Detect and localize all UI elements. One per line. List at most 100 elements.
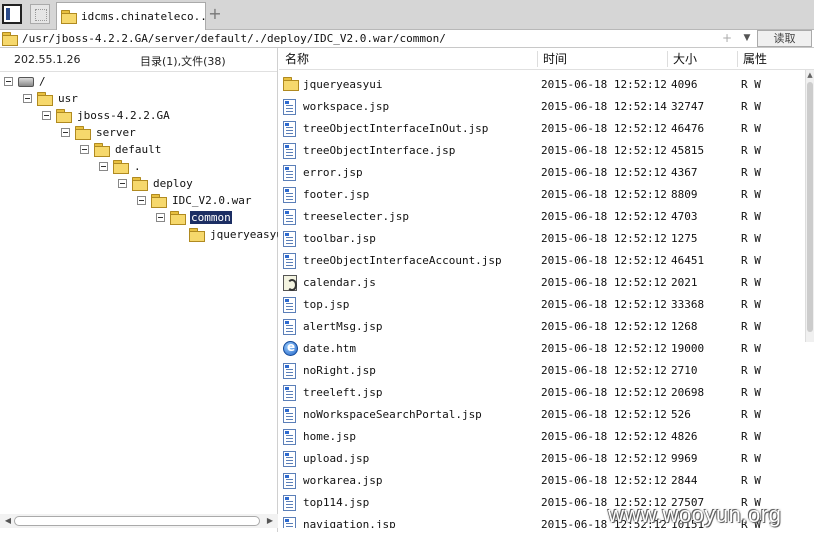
tree-node[interactable]: jqueryeasyui: [175, 226, 278, 243]
collapse-toggle-icon[interactable]: [4, 77, 13, 86]
file-name: navigation.jsp: [303, 518, 396, 528]
folder-icon: [283, 77, 299, 91]
column-divider[interactable]: [537, 51, 538, 67]
read-button[interactable]: 读取: [757, 30, 812, 47]
file-row[interactable]: noWorkspaceSearchPortal.jsp 2015-06-18 12…: [279, 404, 805, 426]
column-divider[interactable]: [667, 51, 668, 67]
column-header: 名称 时间 大小 属性: [279, 48, 814, 70]
collapse-toggle-icon[interactable]: [61, 128, 70, 137]
tree-node[interactable]: jboss-4.2.2.GA: [42, 107, 171, 124]
file-row[interactable]: treeleft.jsp 2015-06-18 12:52:12 20698 R W: [279, 382, 805, 404]
file-row[interactable]: calendar.js 2015-06-18 12:52:12 2021 R W: [279, 272, 805, 294]
horizontal-scrollbar[interactable]: ◀ ▶: [0, 514, 278, 528]
file-row[interactable]: treeObjectInterfaceInOut.jsp 2015-06-18 1…: [279, 118, 805, 140]
file-row[interactable]: treeObjectInterface.jsp 2015-06-18 12:52:…: [279, 140, 805, 162]
file-row[interactable]: workarea.jsp 2015-06-18 12:52:12 2844 R W: [279, 470, 805, 492]
file-time: 2015-06-18 12:52:12: [541, 320, 667, 333]
collapse-toggle-icon[interactable]: [99, 162, 108, 171]
file-size: 2021: [671, 276, 698, 289]
tree-node[interactable]: .: [99, 158, 142, 175]
tree-node-label: deploy: [153, 177, 193, 190]
collapse-toggle-icon[interactable]: [118, 179, 127, 188]
collapse-toggle-icon[interactable]: [137, 196, 146, 205]
file-attr: R W: [741, 474, 761, 487]
file-row[interactable]: noRight.jsp 2015-06-18 12:52:12 2710 R W: [279, 360, 805, 382]
file-size: 1275: [671, 232, 698, 245]
file-attr: R W: [741, 364, 761, 377]
column-divider[interactable]: [737, 51, 738, 67]
file-name: treeleft.jsp: [303, 386, 383, 399]
file-row[interactable]: date.htm 2015-06-18 12:52:12 19000 R W: [279, 338, 805, 360]
left-header: 202.55.1.26 目录(1),文件(38): [0, 48, 277, 72]
column-name[interactable]: 名称: [285, 51, 309, 67]
file-time: 2015-06-18 12:52:12: [541, 254, 667, 267]
file-icon: [283, 451, 296, 467]
vertical-scrollbar[interactable]: ▲: [805, 70, 814, 342]
file-attr: R W: [741, 254, 761, 267]
tab-label: idcms.chinateleco...: [80, 10, 205, 23]
file-row[interactable]: error.jsp 2015-06-18 12:52:12 4367 R W: [279, 162, 805, 184]
collapse-toggle-icon[interactable]: [23, 94, 32, 103]
file-icon: [283, 517, 296, 528]
tree-node[interactable]: common: [156, 209, 232, 226]
file-icon: [283, 231, 296, 247]
chevron-down-icon[interactable]: ▼: [740, 31, 754, 46]
tree-node-label: usr: [58, 92, 78, 105]
file-attr: R W: [741, 298, 761, 311]
file-time: 2015-06-18 12:52:12: [541, 188, 667, 201]
column-size[interactable]: 大小: [673, 51, 697, 67]
scroll-up-icon[interactable]: ▲: [806, 70, 814, 80]
file-size: 46476: [671, 122, 705, 135]
file-row[interactable]: footer.jsp 2015-06-18 12:52:12 8809 R W: [279, 184, 805, 206]
tree-node[interactable]: server: [61, 124, 137, 141]
new-tab-plus-icon[interactable]: +: [208, 5, 222, 23]
scrollbar-thumb[interactable]: [807, 82, 813, 332]
sidebar-toggle-icon[interactable]: [2, 4, 22, 24]
file-icon: [283, 363, 296, 379]
path-input[interactable]: /usr/jboss-4.2.2.GA/server/default/./dep…: [22, 32, 712, 47]
file-name: workspace.jsp: [303, 100, 390, 113]
collapse-toggle-icon[interactable]: [156, 213, 165, 222]
folder-icon: [37, 92, 53, 106]
column-time[interactable]: 时间: [543, 51, 567, 67]
file-row[interactable]: toolbar.jsp 2015-06-18 12:52:12 1275 R W: [279, 228, 805, 250]
tab-active[interactable]: idcms.chinateleco...: [56, 2, 206, 30]
file-time: 2015-06-18 12:52:12: [541, 298, 667, 311]
file-row[interactable]: treeObjectInterfaceAccount.jsp 2015-06-18…: [279, 250, 805, 272]
file-attr: R W: [741, 386, 761, 399]
file-row[interactable]: jqueryeasyui 2015-06-18 12:52:12 4096 R W: [279, 74, 805, 96]
folder-icon: [94, 143, 110, 157]
tree-node[interactable]: /: [4, 73, 47, 90]
file-time: 2015-06-18 12:52:12: [541, 232, 667, 245]
file-row[interactable]: top.jsp 2015-06-18 12:52:12 33368 R W: [279, 294, 805, 316]
tree-node-label: server: [96, 126, 136, 139]
tab-strip: idcms.chinateleco... +: [0, 0, 814, 30]
tree-node-label: .: [134, 160, 141, 173]
file-row[interactable]: alertMsg.jsp 2015-06-18 12:52:12 1268 R W: [279, 316, 805, 338]
scrollbar-thumb[interactable]: [14, 516, 260, 526]
file-icon: [283, 253, 296, 269]
file-row[interactable]: workspace.jsp 2015-06-18 12:52:14 32747 R W: [279, 96, 805, 118]
file-row[interactable]: upload.jsp 2015-06-18 12:52:12 9969 R W: [279, 448, 805, 470]
file-time: 2015-06-18 12:52:12: [541, 276, 667, 289]
file-size: 45815: [671, 144, 705, 157]
collapse-toggle-icon[interactable]: [42, 111, 51, 120]
tree-node[interactable]: default: [80, 141, 162, 158]
file-attr: R W: [741, 144, 761, 157]
file-row[interactable]: treeselecter.jsp 2015-06-18 12:52:12 4703 R…: [279, 206, 805, 228]
scroll-right-icon[interactable]: ▶: [264, 515, 276, 527]
file-time: 2015-06-18 12:52:12: [541, 342, 667, 355]
column-attr[interactable]: 属性: [743, 51, 767, 67]
blank-tab-icon[interactable]: [30, 4, 50, 24]
collapse-toggle-icon[interactable]: [80, 145, 89, 154]
file-name: date.htm: [303, 342, 356, 355]
file-time: 2015-06-18 12:52:12: [541, 210, 667, 223]
tree-node[interactable]: deploy: [118, 175, 194, 192]
scroll-left-icon[interactable]: ◀: [2, 515, 14, 527]
file-attr: R W: [741, 122, 761, 135]
tree-node[interactable]: IDC_V2.0.war: [137, 192, 252, 209]
file-row[interactable]: home.jsp 2015-06-18 12:52:12 4826 R W: [279, 426, 805, 448]
tree-node[interactable]: usr: [23, 90, 79, 107]
plus-icon[interactable]: +: [722, 30, 734, 46]
file-time: 2015-06-18 12:52:12: [541, 408, 667, 421]
